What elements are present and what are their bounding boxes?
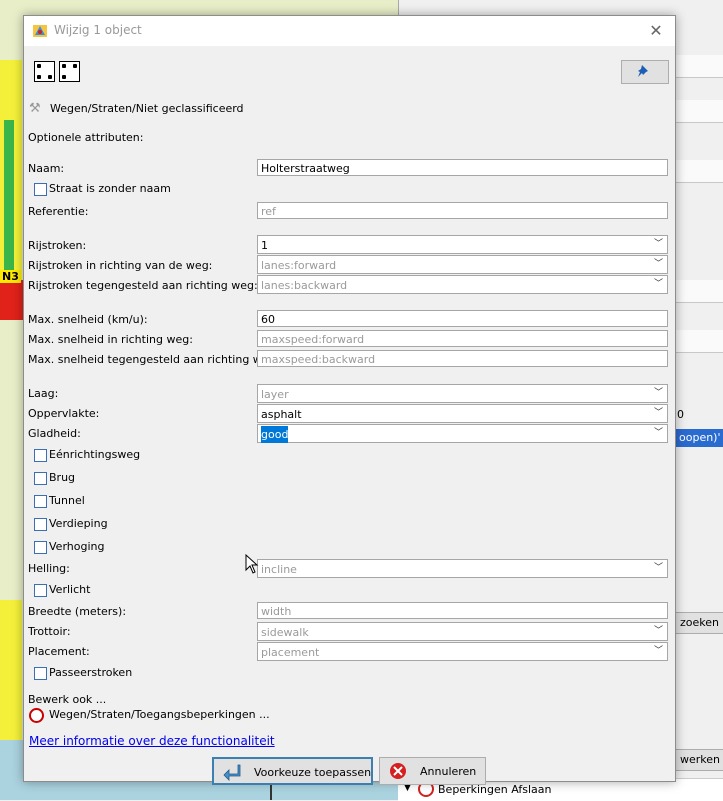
apply-preset-label: Voorkeuze toepassen bbox=[254, 766, 372, 779]
also-edit-item[interactable]: Wegen/Straten/Toegangsbeperkingen ... bbox=[49, 708, 270, 721]
panel-search-button[interactable]: zoeken bbox=[675, 612, 723, 634]
verhoging-checkbox[interactable] bbox=[34, 541, 47, 554]
gladheid-combo[interactable]: good ﹀ bbox=[257, 424, 668, 443]
helling-value: incline bbox=[261, 563, 297, 576]
way-nodes-icon bbox=[59, 61, 80, 82]
chevron-down-icon[interactable]: ﹀ bbox=[649, 643, 667, 660]
zonder-naam-label: Straat is zonder naam bbox=[49, 182, 171, 195]
trottoir-combo[interactable]: sidewalk ﹀ bbox=[257, 622, 668, 641]
rijstroken-fwd-label: Rijstroken in richting van de weg: bbox=[28, 259, 213, 272]
oppervlakte-combo[interactable]: asphalt ﹀ bbox=[257, 404, 668, 423]
eenrichtingsweg-label: Eénrichtingsweg bbox=[49, 448, 141, 461]
rijstroken-bwd-label: Rijstroken tegengesteld aan richting weg… bbox=[28, 279, 258, 292]
cancel-button[interactable]: Annuleren bbox=[379, 757, 486, 785]
chevron-down-icon[interactable]: ﹀ bbox=[649, 385, 667, 402]
zonder-naam-checkbox[interactable] bbox=[34, 183, 47, 196]
maxspeed-fwd-input[interactable]: maxspeed:forward bbox=[257, 330, 668, 347]
referentie-label: Referentie: bbox=[28, 205, 89, 218]
rijstroken-fwd-value: lanes:forward bbox=[261, 259, 337, 272]
breedte-input[interactable]: width bbox=[257, 602, 668, 619]
laag-label: Laag: bbox=[28, 387, 59, 400]
verdieping-checkbox[interactable] bbox=[34, 518, 47, 531]
placement-combo[interactable]: placement ﹀ bbox=[257, 642, 668, 661]
tunnel-label: Tunnel bbox=[49, 494, 85, 507]
maxspeed-fwd-label: Max. snelheid in richting weg: bbox=[28, 333, 193, 346]
breedte-label: Breedte (meters): bbox=[28, 605, 127, 618]
helling-label: Helling: bbox=[28, 562, 70, 575]
eenrichtingsweg-checkbox[interactable] bbox=[34, 449, 47, 462]
maxspeed-input[interactable]: 60 bbox=[257, 310, 668, 327]
brug-label: Brug bbox=[49, 471, 76, 484]
chevron-down-icon[interactable]: ﹀ bbox=[649, 256, 667, 273]
dialog-titlebar[interactable]: Wijzig 1 object ✕ bbox=[24, 16, 675, 46]
dialog-title: Wijzig 1 object bbox=[54, 23, 142, 37]
maxspeed-label: Max. snelheid (km/u): bbox=[28, 313, 148, 326]
cancel-icon bbox=[390, 763, 406, 779]
map-road-label: N3 bbox=[0, 270, 21, 283]
tunnel-checkbox[interactable] bbox=[34, 495, 47, 508]
edit-object-dialog: Wijzig 1 object ✕ ⚒ Wegen/Straten/Niet g… bbox=[23, 15, 676, 785]
helling-combo[interactable]: incline ﹀ bbox=[257, 559, 668, 578]
placement-label: Placement: bbox=[28, 645, 90, 658]
preset-path: Wegen/Straten/Niet geclassificeerd bbox=[50, 102, 244, 115]
apply-preset-button[interactable]: Voorkeuze toepassen bbox=[212, 757, 373, 785]
chevron-down-icon[interactable]: ﹀ bbox=[649, 236, 667, 253]
chevron-down-icon[interactable]: ﹀ bbox=[649, 560, 667, 577]
rijstroken-label: Rijstroken: bbox=[28, 239, 87, 252]
chevron-down-icon[interactable]: ﹀ bbox=[649, 425, 667, 442]
maxspeed-bwd-input[interactable]: maxspeed:backward bbox=[257, 350, 668, 367]
apply-arrow-icon bbox=[223, 764, 241, 781]
naam-input[interactable]: Holterstraatweg bbox=[257, 159, 668, 176]
josm-app-icon bbox=[33, 25, 47, 37]
passeerstroken-checkbox[interactable] bbox=[34, 667, 47, 680]
wrench-icon: ⚒ bbox=[29, 101, 41, 116]
maxspeed-bwd-label: Max. snelheid tegengesteld aan richting … bbox=[28, 353, 280, 366]
naam-label: Naam: bbox=[28, 162, 65, 175]
verhoging-label: Verhoging bbox=[49, 540, 105, 553]
also-edit-heading: Bewerk ook ... bbox=[28, 693, 107, 706]
access-restriction-icon[interactable] bbox=[29, 708, 44, 723]
chevron-down-icon[interactable]: ﹀ bbox=[649, 276, 667, 293]
verlicht-label: Verlicht bbox=[49, 583, 91, 596]
passeerstroken-label: Passeerstroken bbox=[49, 666, 133, 679]
chevron-down-icon[interactable]: ﹀ bbox=[649, 405, 667, 422]
trottoir-value: sidewalk bbox=[261, 626, 309, 639]
rijstroken-combo[interactable]: 1 ﹀ bbox=[257, 235, 668, 254]
panel-selected-item[interactable]: oopen)' bbox=[675, 429, 723, 447]
optional-attributes-heading: Optionele attributen: bbox=[28, 131, 144, 144]
oppervlakte-value: asphalt bbox=[261, 408, 302, 421]
laag-value: layer bbox=[261, 388, 289, 401]
gladheid-label: Gladheid: bbox=[28, 427, 81, 440]
referentie-input[interactable]: ref bbox=[257, 202, 668, 219]
brug-checkbox[interactable] bbox=[34, 472, 47, 485]
rijstroken-bwd-value: lanes:backward bbox=[261, 279, 348, 292]
gladheid-value: good bbox=[261, 426, 289, 443]
close-icon[interactable]: ✕ bbox=[645, 20, 667, 42]
oppervlakte-label: Oppervlakte: bbox=[28, 407, 100, 420]
rijstroken-fwd-combo[interactable]: lanes:forward ﹀ bbox=[257, 255, 668, 274]
panel-edit-button[interactable]: werken bbox=[675, 749, 723, 771]
pin-toggle-button[interactable] bbox=[621, 60, 669, 84]
placement-value: placement bbox=[261, 646, 320, 659]
pin-icon bbox=[638, 65, 648, 77]
way-nodes-icon bbox=[34, 61, 55, 82]
chevron-down-icon[interactable]: ﹀ bbox=[649, 623, 667, 640]
mouse-pointer-icon bbox=[245, 554, 259, 574]
rijstroken-value: 1 bbox=[261, 239, 268, 252]
cancel-label: Annuleren bbox=[420, 765, 477, 778]
laag-combo[interactable]: layer ﹀ bbox=[257, 384, 668, 403]
trottoir-label: Trottoir: bbox=[28, 625, 71, 638]
more-info-link[interactable]: Meer informatie over deze functionalitei… bbox=[29, 734, 275, 748]
verlicht-checkbox[interactable] bbox=[34, 584, 47, 597]
panel-number: 0 bbox=[677, 408, 684, 421]
verdieping-label: Verdieping bbox=[49, 517, 108, 530]
rijstroken-bwd-combo[interactable]: lanes:backward ﹀ bbox=[257, 275, 668, 294]
